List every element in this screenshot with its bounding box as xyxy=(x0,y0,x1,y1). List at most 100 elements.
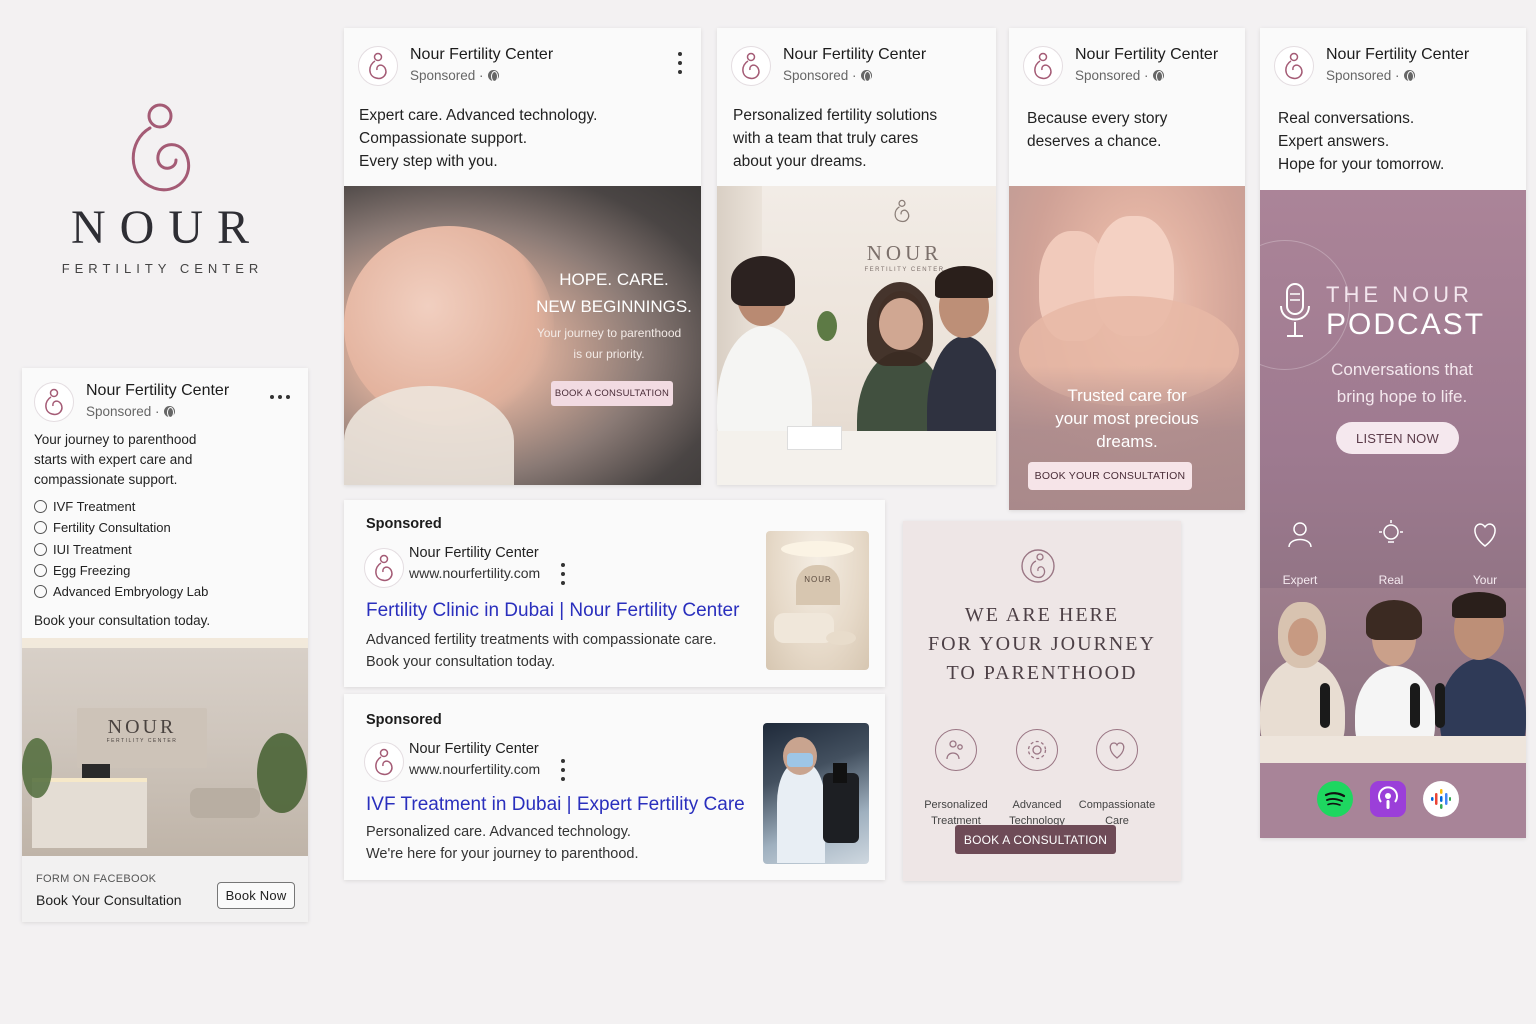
spotify-icon[interactable] xyxy=(1317,781,1353,817)
lab-scientist-thumbnail[interactable] xyxy=(763,723,869,864)
logo-icon xyxy=(1285,52,1303,80)
facebook-post-1: Nour Fertility Center Sponsored · Expert… xyxy=(344,28,701,485)
page-avatar[interactable] xyxy=(1274,46,1314,86)
page-avatar[interactable] xyxy=(34,382,74,422)
lightbulb-icon xyxy=(1379,520,1403,543)
ad-options-icon[interactable] xyxy=(560,563,566,585)
book-consultation-button[interactable]: BOOK YOUR CONSULTATION xyxy=(1028,462,1192,490)
listen-now-button[interactable]: LISTEN NOW xyxy=(1336,422,1459,454)
form-label: FORM ON FACEBOOK xyxy=(36,873,157,885)
feature-advanced-technology: Advanced Technology xyxy=(992,713,1082,829)
ad-options-icon[interactable] xyxy=(560,759,566,781)
post-header: Nour Fertility Center Sponsored · xyxy=(731,42,982,86)
book-now-button[interactable]: Book Now xyxy=(217,882,295,909)
logo-icon xyxy=(45,388,63,416)
consultation-icon xyxy=(34,521,47,534)
page-name[interactable]: Nour Fertility Center xyxy=(86,382,229,400)
site-favicon[interactable] xyxy=(364,548,404,588)
post-caption: Personalized fertility solutions with a … xyxy=(733,107,938,170)
service-item: IUI Treatment xyxy=(34,542,132,557)
logo-icon xyxy=(742,52,760,80)
feature-personalized-treatment: Personalized Treatment xyxy=(911,713,1001,829)
post-header: Nour Fertility Center Sponsored · xyxy=(34,378,294,422)
site-favicon[interactable] xyxy=(364,742,404,782)
page-avatar[interactable] xyxy=(358,46,398,86)
ad-title-link[interactable]: IVF Treatment in Dubai | Expert Fertilit… xyxy=(366,794,745,816)
mother-baby-logo-icon xyxy=(131,103,191,192)
podcast-title-small: THE NOUR xyxy=(1326,282,1473,307)
logo-icon xyxy=(375,748,393,776)
globe-icon xyxy=(163,406,175,418)
book-consultation-button[interactable]: BOOK A CONSULTATION xyxy=(955,825,1116,854)
lobby-sign-subtitle: FERTILITY CENTER xyxy=(106,738,178,744)
display-url[interactable]: www.nourfertility.com xyxy=(409,565,540,581)
page-name[interactable]: Nour Fertility Center xyxy=(1075,46,1218,64)
globe-icon xyxy=(487,70,499,82)
wall-logo-icon xyxy=(894,199,910,223)
cta-line: Book your consultation today. xyxy=(34,613,211,628)
search-ad-2: Sponsored Nour Fertility Center www.nour… xyxy=(344,694,885,880)
baby-blanket xyxy=(344,386,514,485)
post-header: Nour Fertility Center Sponsored · xyxy=(358,42,687,86)
baby-image: HOPE. CARE. NEW BEGINNINGS. Your journey… xyxy=(344,186,701,485)
ad-title-link[interactable]: Fertility Clinic in Dubai | Nour Fertili… xyxy=(366,600,739,622)
page-name[interactable]: Nour Fertility Center xyxy=(410,46,553,64)
doctor-icon xyxy=(1288,522,1312,548)
more-options-icon[interactable] xyxy=(270,394,290,400)
more-options-icon[interactable] xyxy=(677,52,683,74)
podcast-guests-image xyxy=(1260,588,1526,768)
heart-icon xyxy=(1474,523,1496,547)
logo-icon xyxy=(1034,52,1052,80)
wall-sign: NOUR xyxy=(866,241,943,265)
post-caption: Real conversations. Expert answers. Hope… xyxy=(1278,110,1445,173)
facebook-post-3: Nour Fertility Center Sponsored · Becaus… xyxy=(1009,28,1245,510)
book-consultation-button[interactable]: BOOK A CONSULTATION xyxy=(551,381,673,406)
clinic-lobby-image: NOUR FERTILITY CENTER xyxy=(22,638,308,856)
wall-sign-subtitle: FERTILITY CENTER xyxy=(864,267,945,273)
podcast-artwork: THE NOUR PODCAST Conversations that brin… xyxy=(1260,190,1526,838)
gear-icon xyxy=(1027,740,1047,760)
sponsored-label: Sponsored · xyxy=(410,68,499,83)
ad-subline: Your journey to parenthood is our priori… xyxy=(536,326,682,361)
podcast-title: PODCAST xyxy=(1326,308,1486,341)
sofa xyxy=(190,788,260,818)
page-name[interactable]: Nour Fertility Center xyxy=(1326,46,1469,64)
sponsored-label: Sponsored · xyxy=(1075,68,1164,83)
lab-icon xyxy=(34,585,47,598)
family-icon xyxy=(946,740,963,760)
apple-podcasts-icon[interactable] xyxy=(1370,781,1406,817)
clinic-interior-thumbnail[interactable]: NOUR xyxy=(766,531,869,670)
podcast-tagline: Conversations that bring hope to life. xyxy=(1331,360,1473,406)
search-ad-1: Sponsored Nour Fertility Center www.nour… xyxy=(344,500,885,687)
egg-icon xyxy=(34,564,47,577)
advertiser-name: Nour Fertility Center xyxy=(409,741,539,757)
parenthood-headline: WE ARE HERE FOR YOUR JOURNEY TO PARENTHO… xyxy=(928,604,1156,684)
globe-icon xyxy=(1403,70,1415,82)
page-name[interactable]: Nour Fertility Center xyxy=(783,46,926,64)
display-url[interactable]: www.nourfertility.com xyxy=(409,761,540,777)
ad-headline-line2: NEW BEGINNINGS. xyxy=(536,297,692,316)
form-title: Book Your Consultation xyxy=(36,892,182,908)
desk xyxy=(717,431,996,485)
globe-icon xyxy=(860,70,872,82)
heart-icon xyxy=(1109,742,1125,759)
ivf-icon xyxy=(34,500,47,513)
doctor-couple-image: NOUR FERTILITY CENTER xyxy=(717,186,996,485)
lobby-sign: NOUR xyxy=(107,716,177,738)
mother-baby-icon xyxy=(1021,549,1055,583)
post-caption: Because every story deserves a chance. xyxy=(1027,110,1168,150)
google-podcasts-icon[interactable] xyxy=(1423,781,1459,817)
sponsored-label: Sponsored · xyxy=(783,68,872,83)
parenthood-ad: WE ARE HERE FOR YOUR JOURNEY TO PARENTHO… xyxy=(903,521,1181,881)
ad-description: Personalized care. Advanced technology. … xyxy=(366,824,639,862)
brand-wordmark: NOUR xyxy=(70,201,263,254)
page-avatar[interactable] xyxy=(1023,46,1063,86)
sponsored-label: Sponsored · xyxy=(1326,68,1415,83)
post-caption: Expert care. Advanced technology. Compas… xyxy=(359,107,598,170)
page-avatar[interactable] xyxy=(731,46,771,86)
sponsored-label: Sponsored xyxy=(366,712,442,728)
microphone-icon xyxy=(1280,283,1310,337)
feature-compassionate-care: Compassionate Care xyxy=(1072,713,1162,829)
brand-subtitle: FERTILITY CENTER xyxy=(61,261,264,276)
ad-headline-line1: HOPE. CARE. xyxy=(559,270,669,289)
